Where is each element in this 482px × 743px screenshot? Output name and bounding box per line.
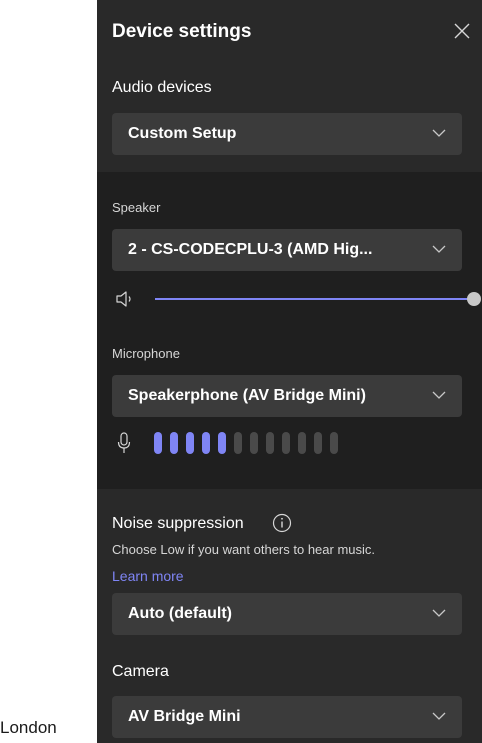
mic-level-bar (298, 432, 306, 454)
microphone-label: Microphone (112, 346, 180, 361)
mic-level-bar (170, 432, 178, 454)
device-settings-panel: Device settings Audio devices Custom Set… (97, 0, 482, 743)
mic-level-bar (282, 432, 290, 454)
chevron-down-icon (432, 609, 446, 617)
mic-level-bar (186, 432, 194, 454)
noise-suppression-dropdown[interactable]: Auto (default) (112, 593, 462, 635)
audio-devices-value: Custom Setup (128, 125, 237, 142)
camera-value: AV Bridge Mini (128, 708, 241, 725)
noise-suppression-label: Noise suppression (112, 515, 244, 532)
panel-title: Device settings (112, 21, 252, 42)
audio-devices-dropdown[interactable]: Custom Setup (112, 113, 462, 155)
noise-suppression-description: Choose Low if you want others to hear mu… (112, 542, 376, 557)
mic-level-bar (250, 432, 258, 454)
mic-level-bar (218, 432, 226, 454)
chevron-down-icon (432, 712, 446, 720)
mic-level-bar (330, 432, 338, 454)
mic-level-bar (154, 432, 162, 454)
speaker-volume-slider[interactable] (467, 292, 481, 306)
microphone-level-meter (154, 432, 338, 454)
mic-level-bar (314, 432, 322, 454)
learn-more-link[interactable]: Learn more (112, 568, 184, 584)
mic-level-bar (266, 432, 274, 454)
microphone-dropdown[interactable]: Speakerphone (AV Bridge Mini) (112, 375, 462, 417)
chevron-down-icon (432, 245, 446, 253)
close-icon[interactable] (453, 22, 471, 40)
chevron-down-icon (432, 391, 446, 399)
speaker-value: 2 - CS-CODECPLU-3 (AMD Hig... (128, 241, 373, 258)
speaker-label: Speaker (112, 200, 161, 215)
speaker-volume-track (155, 298, 473, 300)
camera-label: Camera (112, 663, 169, 680)
microphone-icon (117, 432, 131, 453)
microphone-value: Speakerphone (AV Bridge Mini) (128, 387, 366, 404)
speaker-icon (116, 291, 131, 307)
camera-dropdown[interactable]: AV Bridge Mini (112, 696, 462, 738)
speaker-dropdown[interactable]: 2 - CS-CODECPLU-3 (AMD Hig... (112, 229, 462, 271)
mic-level-bar (234, 432, 242, 454)
chevron-down-icon (432, 129, 446, 137)
info-icon[interactable] (272, 513, 292, 533)
mic-level-bar (202, 432, 210, 454)
noise-suppression-value: Auto (default) (128, 605, 232, 622)
location-caption: London (0, 718, 57, 737)
audio-devices-label: Audio devices (112, 79, 212, 96)
